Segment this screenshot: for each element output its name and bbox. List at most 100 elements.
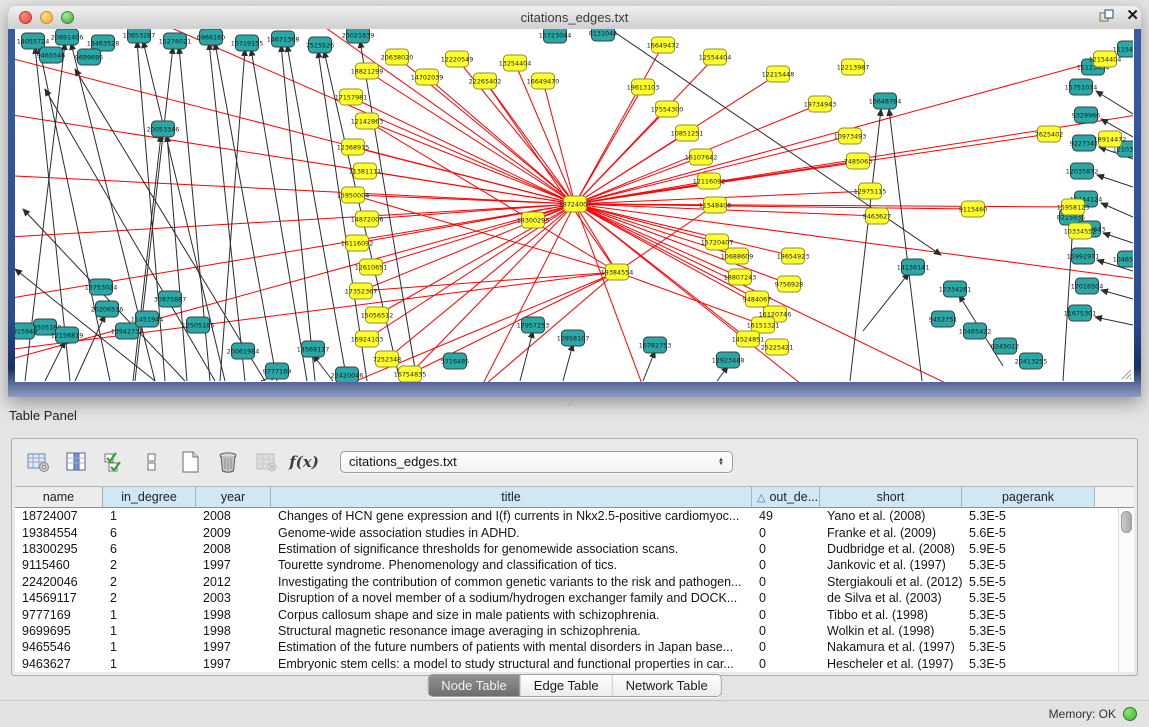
network-node[interactable]: 20061984 [227, 343, 260, 359]
select-all-icon[interactable] [102, 450, 126, 474]
table-cell[interactable]: Franke et al. (2009) [820, 526, 962, 540]
network-node[interactable]: 12610651 [355, 259, 388, 275]
network-edge[interactable] [575, 45, 663, 204]
table-cell[interactable]: 0 [752, 608, 820, 622]
network-edge[interactable] [167, 135, 187, 381]
network-node[interactable]: 15720407 [701, 234, 734, 250]
network-node[interactable]: 14569117 [297, 341, 330, 357]
table-cell[interactable]: 2008 [196, 509, 271, 523]
network-node[interactable]: 18821299 [351, 63, 384, 79]
network-node[interactable]: 18724007 [559, 196, 592, 212]
network-node[interactable]: 9484067 [743, 291, 771, 307]
table-row[interactable]: 911546021997Tourette syndrome. Phenomeno… [15, 557, 1118, 573]
network-edge[interactable] [265, 272, 617, 382]
table-cell[interactable]: 9699695 [15, 624, 103, 638]
network-node[interactable]: 20691406 [51, 29, 84, 45]
table-cell[interactable]: 1998 [196, 624, 271, 638]
network-node[interactable]: 25225421 [761, 339, 794, 355]
network-node[interactable]: 11381111 [349, 163, 382, 179]
network-edge[interactable] [75, 69, 265, 381]
table-cell[interactable]: 0 [752, 657, 820, 671]
network-node[interactable]: 6966160 [197, 29, 225, 45]
function-builder-icon[interactable]: f(x) [292, 450, 316, 474]
table-cell[interactable]: 0 [752, 624, 820, 638]
table-cell[interactable]: 5.3E-5 [962, 558, 1095, 572]
table-cell[interactable]: Tourette syndrome. Phenomenology and cla… [271, 558, 752, 572]
network-node[interactable]: 19613103 [627, 79, 660, 95]
network-node[interactable]: 15276021 [159, 33, 192, 49]
vertical-scrollbar[interactable] [1118, 508, 1134, 672]
network-node[interactable]: 9756928 [775, 276, 803, 292]
network-edge[interactable] [220, 49, 245, 381]
network-node[interactable]: 7515526 [306, 37, 334, 53]
network-edge[interactable] [15, 204, 575, 239]
network-node[interactable]: 10851251 [671, 125, 704, 141]
network-edge[interactable] [575, 204, 717, 242]
table-cell[interactable]: Yano et al. (2008) [820, 509, 962, 523]
table-cell[interactable]: Nakamura et al. (1997) [820, 640, 962, 654]
table-cell[interactable]: Embryonic stem cells: a model to study s… [271, 657, 752, 671]
column-header-short[interactable]: short [820, 487, 962, 508]
table-cell[interactable]: Structural magnetic resonance image aver… [271, 624, 752, 638]
table-cell[interactable]: Corpus callosum shape and size in male p… [271, 608, 752, 622]
table-cell[interactable]: 18724007 [15, 509, 103, 523]
network-node[interactable]: 19384554 [601, 264, 634, 280]
table-cell[interactable]: Hescheler et al. (1997) [820, 657, 962, 671]
table-cell[interactable]: 2012 [196, 575, 271, 589]
network-node[interactable]: 17016504 [1071, 278, 1104, 294]
window-resize-grip[interactable] [1120, 368, 1132, 380]
network-node[interactable]: 17334261 [939, 281, 972, 297]
network-edge[interactable] [143, 41, 225, 381]
network-node[interactable]: 13254404 [499, 55, 532, 71]
table-cell[interactable]: 9777169 [15, 608, 103, 622]
table-cell[interactable]: Estimation of significance thresholds fo… [271, 542, 752, 556]
network-node[interactable]: 12213987 [837, 59, 870, 75]
network-node[interactable]: 7625402 [1035, 126, 1063, 142]
network-node[interactable]: 9452751 [929, 311, 957, 327]
network-node[interactable]: 16648784 [869, 93, 902, 109]
network-node[interactable]: 16753024 [85, 279, 118, 295]
network-edge[interactable] [575, 204, 655, 382]
network-edge[interactable] [850, 109, 881, 381]
network-node[interactable]: 10688609 [721, 248, 754, 264]
network-node[interactable]: 15950004 [337, 187, 370, 203]
close-panel-icon[interactable]: ✕ [1126, 8, 1139, 23]
table-row[interactable]: 1456911722003Disruption of a novel membe… [15, 590, 1118, 606]
table-cell[interactable]: 1 [103, 657, 196, 671]
network-node[interactable]: 17554300 [651, 101, 684, 117]
network-node[interactable]: 9463627 [863, 208, 891, 224]
table-cell[interactable]: 5.3E-5 [962, 624, 1095, 638]
network-node[interactable]: 5716485 [441, 353, 469, 369]
table-cell[interactable]: 1997 [196, 640, 271, 654]
network-node[interactable]: 10958107 [557, 330, 590, 346]
table-cell[interactable]: 1997 [196, 657, 271, 671]
table-cell[interactable]: 6 [103, 526, 196, 540]
table-cell[interactable]: 0 [752, 640, 820, 654]
network-node[interactable]: 12142863 [351, 113, 384, 129]
network-node[interactable]: 16116092 [341, 235, 374, 251]
window-titlebar[interactable]: citations_edges.txt [8, 6, 1141, 30]
network-node[interactable]: 9465546 [37, 47, 65, 63]
tab-network-table[interactable]: Network Table [612, 675, 721, 696]
table-cell[interactable]: Tibbo et al. (1998) [820, 608, 962, 622]
network-edge[interactable] [575, 204, 845, 382]
table-cell[interactable]: 19384554 [15, 526, 103, 540]
network-node[interactable]: 20021639 [342, 29, 375, 43]
scrollbar-thumb[interactable] [1121, 511, 1132, 533]
network-node[interactable]: 11675301 [1064, 305, 1097, 321]
network-node[interactable]: 17352367 [345, 283, 378, 299]
network-canvas[interactable]: 1405572420691406194635281065328715276021… [15, 29, 1134, 382]
network-node[interactable]: 22265402 [469, 73, 502, 89]
network-node[interactable]: 9777169 [263, 363, 291, 379]
network-edge[interactable] [209, 43, 245, 381]
table-cell[interactable]: 5.3E-5 [962, 591, 1095, 605]
network-node[interactable]: 20053346 [147, 121, 180, 137]
network-edge[interactable] [367, 121, 575, 204]
network-node[interactable]: 12215448 [762, 66, 795, 82]
network-node[interactable]: 15723044 [539, 29, 572, 43]
table-cell[interactable]: 1 [103, 608, 196, 622]
table-cell[interactable]: Wolkin et al. (1998) [820, 624, 962, 638]
network-edge[interactable] [520, 331, 533, 381]
column-header-pagerank[interactable]: pagerank [962, 487, 1095, 508]
table-cell[interactable]: 2 [103, 575, 196, 589]
